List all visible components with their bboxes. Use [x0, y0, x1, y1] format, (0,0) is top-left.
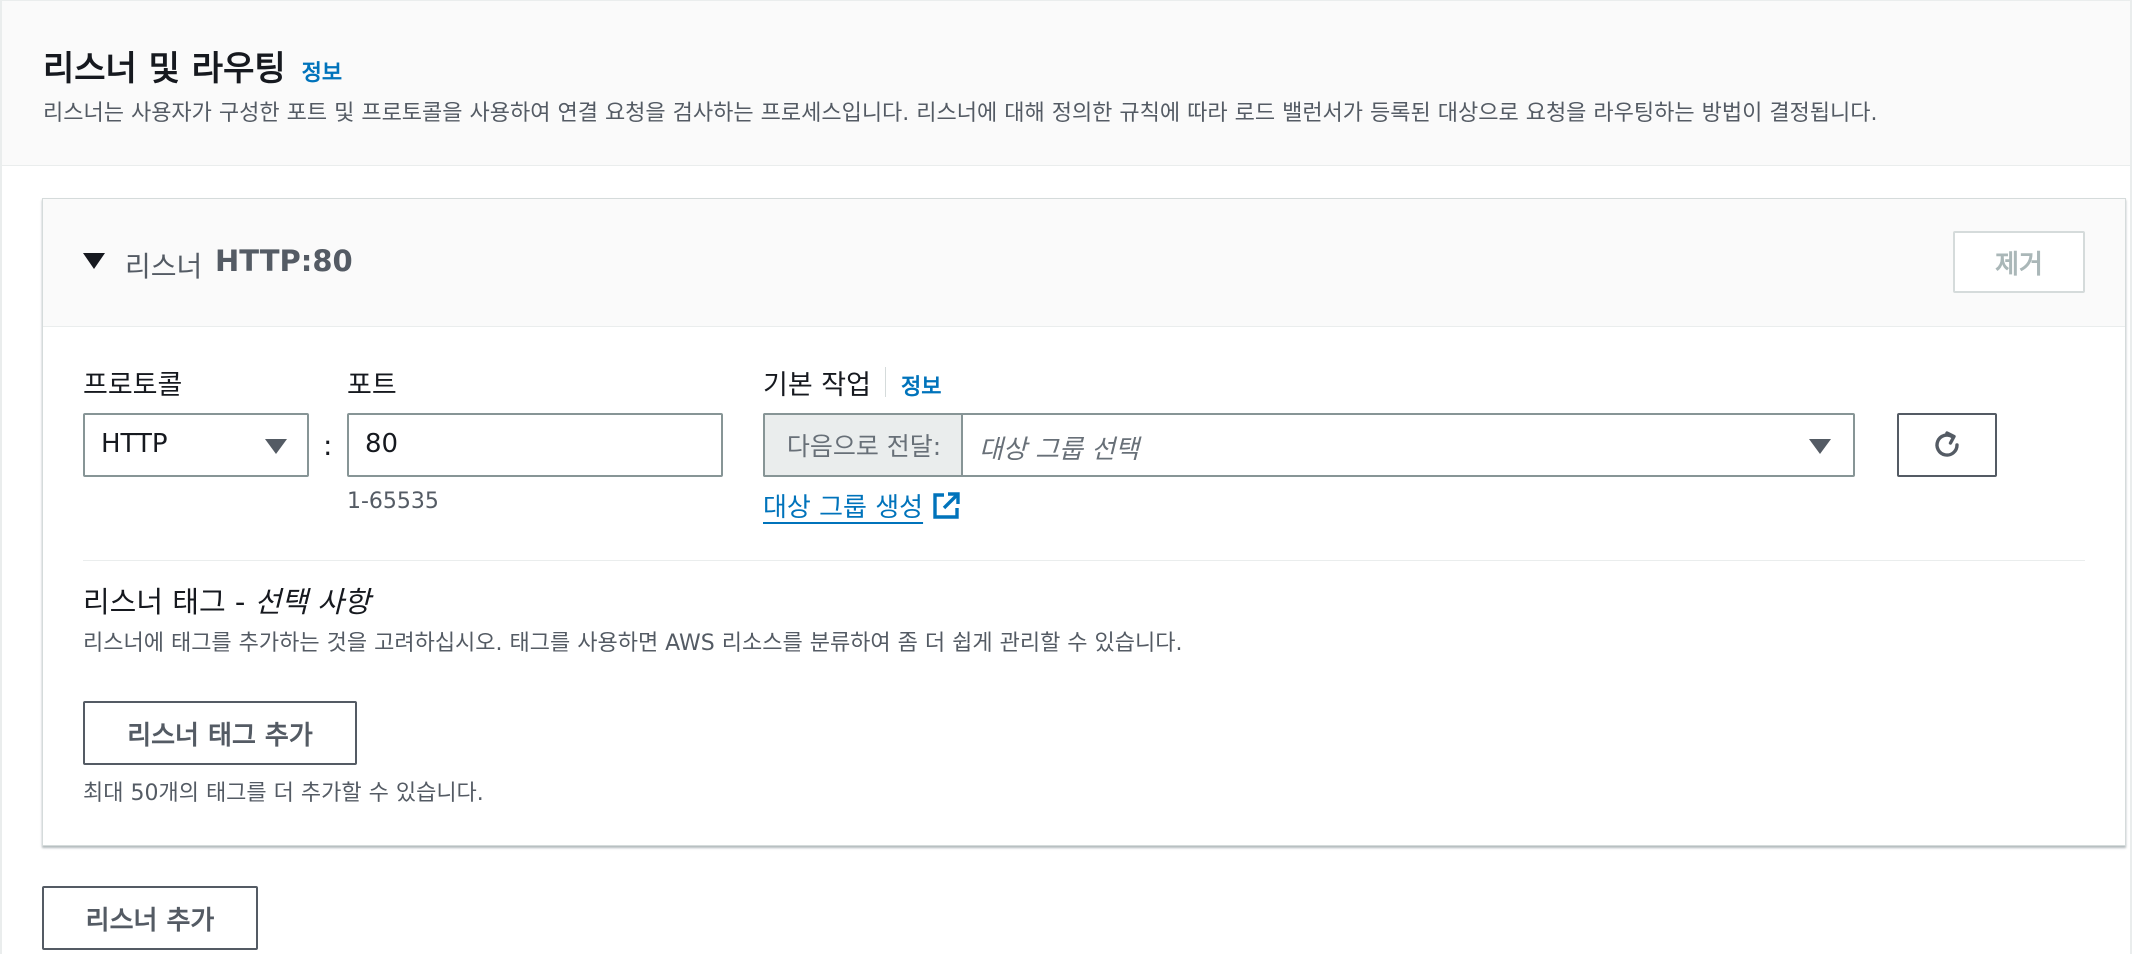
- create-target-group-link[interactable]: 대상 그룹 생성: [763, 487, 961, 524]
- listener-card-header[interactable]: 리스너 HTTP:80 제거: [43, 199, 2125, 327]
- remove-listener-button[interactable]: 제거: [1953, 231, 2085, 293]
- listener-label: 리스너: [125, 250, 203, 283]
- tags-title-text: 리스너 태그 -: [83, 585, 255, 619]
- default-action-label: 기본 작업: [763, 370, 871, 401]
- refresh-icon: [1935, 431, 1959, 457]
- chevron-down-icon: [265, 439, 287, 454]
- add-listener-tag-button[interactable]: 리스너 태그 추가: [83, 701, 357, 765]
- add-listener-button[interactable]: 리스너 추가: [42, 886, 258, 950]
- listener-tags-title: 리스너 태그 - 선택 사항: [83, 579, 370, 621]
- listener-name: HTTP:80: [215, 244, 353, 278]
- default-action-info-link[interactable]: 정보: [901, 369, 941, 401]
- chevron-down-icon: [1809, 439, 1831, 454]
- label-divider: [885, 367, 886, 397]
- port-value: 80: [365, 429, 399, 459]
- forward-to-prefix: 다음으로 전달:: [763, 413, 963, 477]
- caret-down-icon[interactable]: [83, 253, 105, 269]
- port-input[interactable]: 80: [347, 413, 723, 477]
- section-divider: [83, 560, 2085, 561]
- protocol-value: HTTP: [101, 429, 168, 459]
- page-title: 리스너 및 라우팅: [43, 49, 286, 89]
- port-range-hint: 1-65535: [347, 489, 439, 514]
- listeners-routing-page: 리스너 및 라우팅 정보 리스너는 사용자가 구성한 포트 및 프로토콜을 사용…: [0, 0, 2132, 954]
- listener-tags-description: 리스너에 태그를 추가하는 것을 고려하십시오. 태그를 사용하면 AWS 리소…: [83, 631, 1183, 656]
- info-link[interactable]: 정보: [302, 55, 342, 87]
- title-row: 리스너 및 라우팅 정보: [43, 41, 342, 90]
- protocol-label: 프로토콜: [83, 370, 183, 401]
- target-group-placeholder: 대상 그룹 선택: [979, 435, 1140, 465]
- create-target-group-label: 대상 그룹 생성: [763, 493, 924, 523]
- port-label: 포트: [347, 370, 397, 401]
- listener-card: 리스너 HTTP:80 제거 프로토콜 HTTP : 포트 80 1-65535…: [42, 198, 2126, 846]
- tags-title-optional: 선택 사항: [254, 585, 371, 619]
- external-link-icon: [933, 491, 960, 519]
- page-description: 리스너는 사용자가 구성한 포트 및 프로토콜을 사용하여 연결 요청을 검사하…: [43, 101, 1878, 126]
- refresh-button[interactable]: [1897, 413, 1997, 477]
- tag-limit-hint: 최대 50개의 태그를 더 추가할 수 있습니다.: [83, 781, 484, 806]
- target-group-select[interactable]: 대상 그룹 선택: [961, 413, 1855, 477]
- section-header: 리스너 및 라우팅 정보 리스너는 사용자가 구성한 포트 및 프로토콜을 사용…: [2, 0, 2130, 166]
- port-separator: :: [323, 429, 333, 462]
- protocol-select[interactable]: HTTP: [83, 413, 309, 477]
